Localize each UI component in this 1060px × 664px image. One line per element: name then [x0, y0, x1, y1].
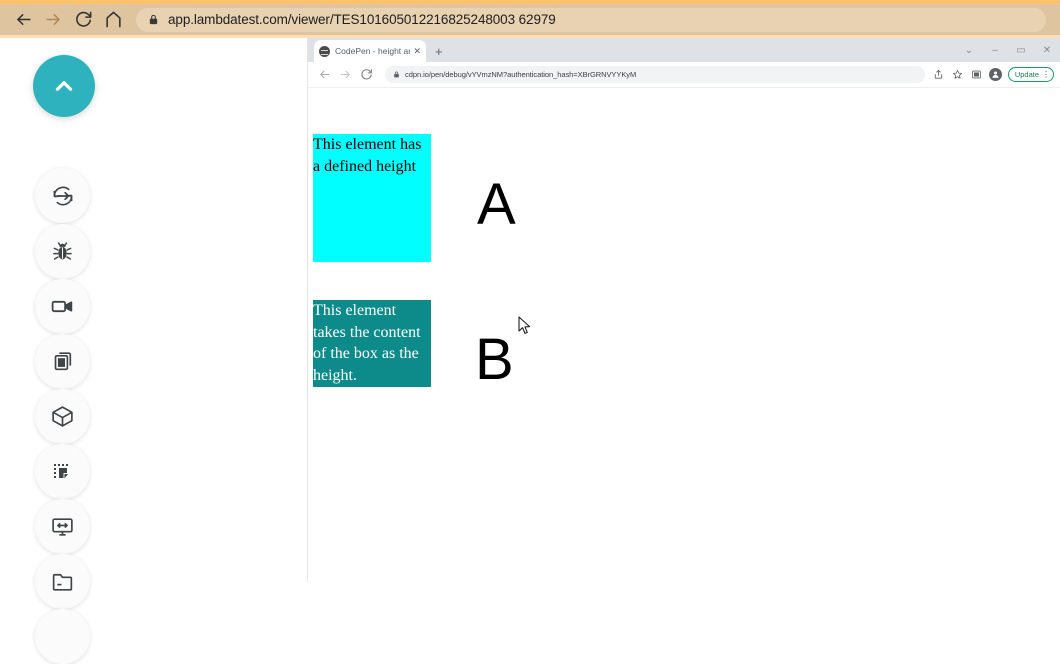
reload-icon — [361, 69, 372, 80]
chevron-up-icon — [55, 81, 73, 91]
back-button[interactable] — [8, 5, 38, 35]
close-control[interactable]: ✕ — [1034, 38, 1060, 62]
sidebar-item-more[interactable] — [35, 609, 90, 664]
sidebar-item-video-recording[interactable] — [35, 279, 90, 334]
kebab-menu-icon[interactable]: ⋮ — [1042, 70, 1050, 79]
sidebar-item-layout-test[interactable] — [35, 444, 90, 499]
window-controls: ⌄ – ▭ ✕ — [956, 38, 1060, 62]
monitor-resize-icon — [52, 518, 73, 536]
person-glyph-icon — [992, 71, 999, 78]
lambdatest-sidebar — [0, 38, 308, 664]
inner-toolbar-actions: Update ⋮ — [929, 65, 1060, 84]
browser-tab[interactable]: CodePen - height and content b ✕ — [314, 40, 426, 62]
browser-tab-title: CodePen - height and content b — [335, 46, 410, 56]
sidebar-item-collapse-toggle[interactable] — [33, 55, 95, 117]
page-viewport: This element has a defined height This e… — [308, 88, 1060, 582]
avatar — [988, 68, 1002, 81]
maximize-control[interactable]: ▭ — [1008, 38, 1034, 62]
arrow-left-icon — [320, 70, 330, 79]
sidebar-item-screenshots[interactable] — [35, 334, 90, 389]
inner-address-bar[interactable]: cdpn.io/pen/debug/vYVmzNM?authentication… — [385, 66, 925, 83]
reload-button[interactable] — [68, 5, 98, 35]
sidebar-item-bugs[interactable] — [35, 224, 90, 279]
arrow-right-icon — [340, 70, 350, 79]
sidebar-item-integrations[interactable] — [35, 389, 90, 444]
minimize-control[interactable]: – — [982, 38, 1008, 62]
defined-height-box: This element has a defined height — [313, 134, 431, 262]
panel-glyph-icon — [972, 70, 981, 79]
bug-icon — [53, 242, 72, 260]
sync-icon — [52, 185, 73, 206]
profile-avatar-icon[interactable] — [986, 65, 1005, 84]
forward-button[interactable] — [38, 5, 68, 35]
close-icon[interactable]: ✕ — [410, 46, 421, 57]
inner-browser-toolbar: cdpn.io/pen/debug/vYVmzNM?authentication… — [308, 62, 1060, 88]
inner-tabstrip: CodePen - height and content b ✕ + ⌄ – ▭… — [308, 38, 1060, 62]
new-tab-button[interactable]: + — [435, 45, 443, 62]
lock-icon — [149, 14, 158, 25]
lock-icon — [394, 71, 399, 78]
sidebar-item-sync-tests[interactable] — [35, 168, 90, 223]
video-camera-icon — [51, 300, 73, 313]
inner-browser-window: CodePen - height and content b ✕ + ⌄ – ▭… — [308, 38, 1060, 582]
reload-icon — [75, 11, 91, 27]
address-bar[interactable]: app.lambdatest.com/viewer/TES10160501221… — [136, 7, 1046, 32]
inner-reload-button[interactable] — [356, 64, 377, 85]
side-panel-icon[interactable] — [967, 65, 986, 84]
update-button[interactable]: Update ⋮ — [1007, 67, 1054, 82]
inner-back-button[interactable] — [314, 64, 335, 85]
outer-browser-toolbar: app.lambdatest.com/viewer/TES10160501221… — [0, 4, 1060, 35]
inner-forward-button[interactable] — [335, 64, 356, 85]
images-stack-icon — [54, 352, 72, 371]
home-button[interactable] — [98, 5, 128, 35]
codepen-icon — [319, 45, 330, 57]
label-letter-b: B — [475, 327, 514, 392]
share-icon[interactable] — [929, 65, 948, 84]
share-glyph-icon — [934, 69, 942, 79]
home-icon — [105, 11, 121, 28]
inner-address-bar-url: cdpn.io/pen/debug/vYVmzNM?authentication… — [405, 70, 637, 79]
label-letter-a: A — [477, 172, 516, 237]
content-height-box: This element takes the content of the bo… — [313, 300, 431, 387]
cube-icon — [52, 406, 73, 427]
star-glyph-icon — [952, 69, 962, 79]
address-bar-url: app.lambdatest.com/viewer/TES10160501221… — [168, 12, 556, 27]
bookmark-star-icon[interactable] — [948, 65, 967, 84]
layout-page-icon — [53, 463, 68, 478]
mouse-pointer — [518, 316, 531, 334]
chevron-down-control[interactable]: ⌄ — [956, 38, 982, 62]
arrow-left-icon — [16, 13, 31, 26]
sidebar-item-responsive-test[interactable] — [35, 499, 90, 554]
update-button-label: Update — [1014, 70, 1039, 79]
arrow-right-icon — [45, 13, 60, 26]
